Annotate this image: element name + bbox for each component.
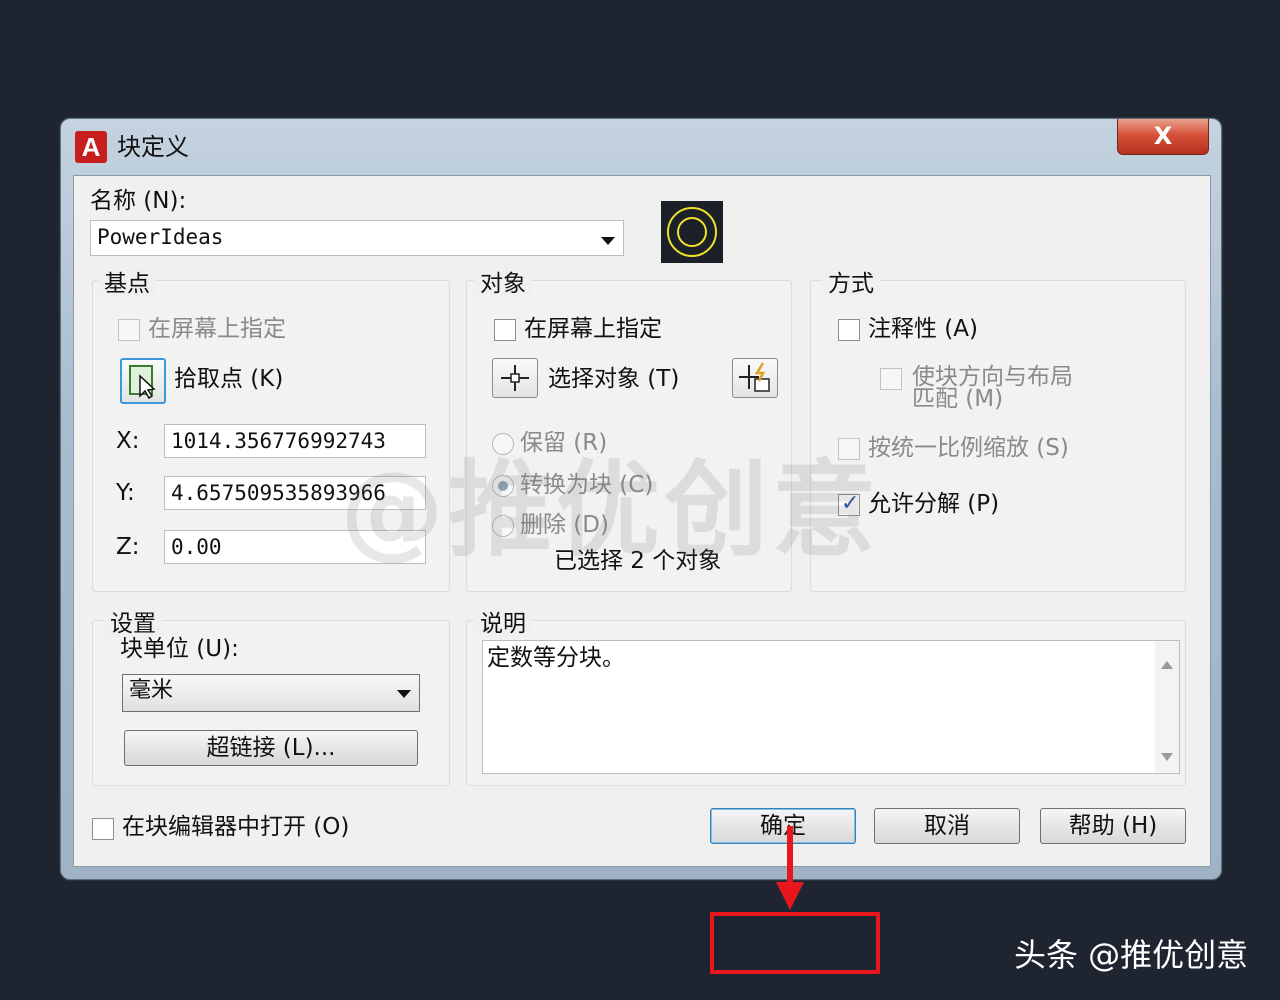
- x-label: X:: [116, 428, 140, 454]
- annotative-checkbox[interactable]: [838, 319, 860, 341]
- objects-specify-checkbox[interactable]: [494, 319, 516, 341]
- description-value: 定数等分块。: [487, 645, 625, 671]
- match-orientation-label-line2: 匹配 (M): [912, 386, 1004, 412]
- select-objects-button[interactable]: [492, 358, 538, 398]
- scroll-arrows-icon: [1161, 661, 1173, 761]
- block-unit-value: 毫米: [129, 678, 174, 703]
- base-point-title: 基点: [98, 264, 156, 298]
- autocad-logo-icon: A: [75, 131, 107, 163]
- cancel-button[interactable]: 取消: [874, 808, 1020, 844]
- quick-select-icon: [739, 362, 770, 392]
- description-scrollbar[interactable]: [1155, 641, 1179, 773]
- annotation-arrow-down-icon: [776, 882, 804, 910]
- allow-exploding-label: 允许分解 (P): [868, 491, 1000, 517]
- objects-title: 对象: [474, 264, 532, 298]
- open-in-editor-label: 在块编辑器中打开 (O): [122, 814, 350, 840]
- annotative-label: 注释性 (A): [868, 316, 978, 342]
- pick-point-icon: [129, 365, 156, 400]
- watermark: @推优创意: [340, 449, 881, 571]
- title-bar[interactable]: A 块定义 X: [61, 119, 1221, 175]
- description-title: 说明: [474, 604, 532, 638]
- name-combobox[interactable]: PowerIdeas: [90, 220, 624, 256]
- window-title: 块定义: [117, 133, 189, 161]
- base-point-specify-label: 在屏幕上指定: [148, 316, 286, 342]
- scale-uniformly-label: 按统一比例缩放 (S): [868, 435, 1069, 461]
- behavior-title: 方式: [822, 264, 880, 298]
- match-orientation-checkbox[interactable]: [880, 368, 902, 390]
- z-label: Z:: [116, 534, 140, 560]
- help-button[interactable]: 帮助 (H): [1040, 808, 1186, 844]
- pick-point-button[interactable]: [120, 358, 166, 404]
- block-unit-select[interactable]: 毫米: [122, 674, 420, 712]
- description-textarea[interactable]: 定数等分块。: [482, 640, 1180, 774]
- ok-button[interactable]: 确定: [710, 808, 856, 844]
- close-button[interactable]: X: [1117, 119, 1209, 155]
- quick-select-button[interactable]: [732, 358, 778, 398]
- settings-title: 设置: [104, 604, 162, 638]
- annotation-arrow-shaft: [787, 826, 793, 890]
- base-point-specify-checkbox[interactable]: [118, 319, 140, 341]
- circle-preview-icon: [667, 207, 717, 257]
- byline: 头条 @推优创意: [1014, 936, 1249, 974]
- objects-specify-label: 在屏幕上指定: [524, 316, 662, 342]
- open-in-editor-checkbox[interactable]: [92, 818, 114, 840]
- chevron-down-icon[interactable]: [397, 690, 411, 698]
- pick-point-label: 拾取点 (K): [174, 366, 284, 392]
- name-label: 名称 (N):: [90, 188, 187, 214]
- y-label: Y:: [116, 480, 135, 506]
- name-value: PowerIdeas: [97, 225, 224, 249]
- block-unit-label: 块单位 (U):: [120, 636, 239, 662]
- chevron-down-icon[interactable]: [601, 237, 615, 245]
- select-objects-label: 选择对象 (T): [548, 366, 680, 392]
- block-preview: [661, 201, 723, 263]
- crosshair-icon: [501, 365, 529, 391]
- ok-highlight-box: [710, 912, 880, 974]
- hyperlink-button[interactable]: 超链接 (L)...: [124, 730, 418, 766]
